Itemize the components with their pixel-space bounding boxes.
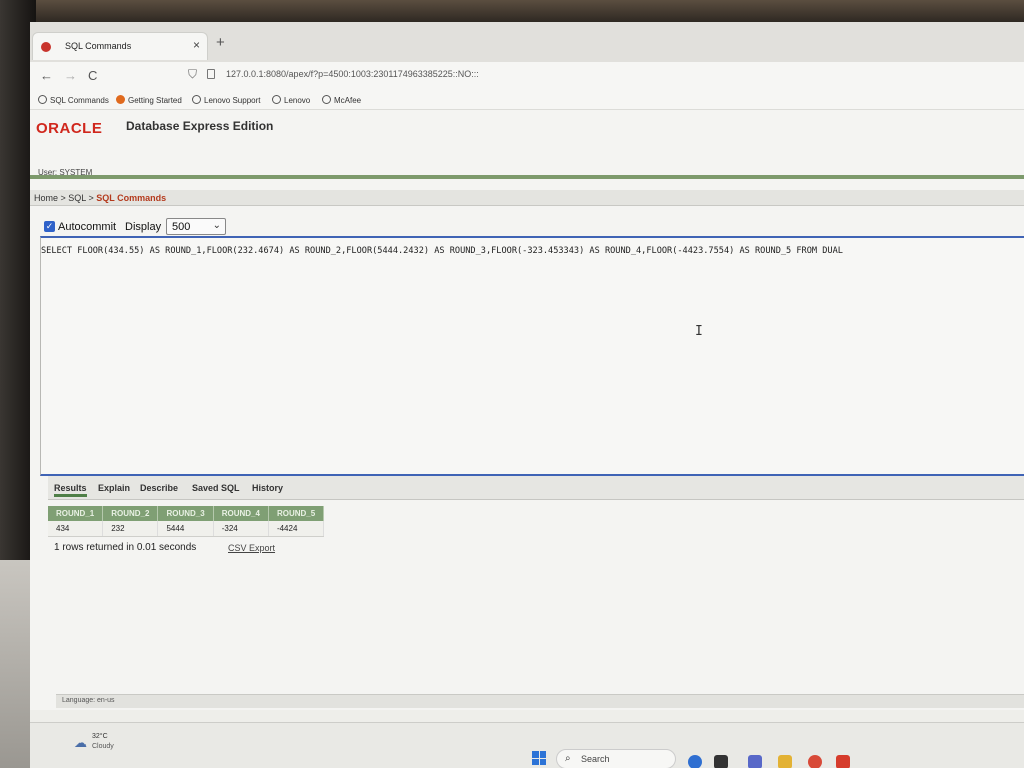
globe-icon — [192, 95, 201, 104]
autocommit-label: Autocommit — [58, 221, 117, 233]
table-cell: 5444 — [157, 521, 214, 537]
globe-icon — [38, 95, 47, 104]
breadcrumb-current: SQL Commands — [96, 193, 167, 203]
weather-description: Cloudy — [92, 743, 114, 750]
table-header-row: ROUND_1 ROUND_2 ROUND_3 ROUND_4 ROUND_5 — [48, 506, 325, 521]
forward-button[interactable]: → — [64, 68, 77, 83]
chevron-down-icon: ⌄ — [212, 220, 221, 231]
browser-tabbar: SQL Commands × + — [30, 22, 1024, 62]
folder-icon[interactable] — [778, 755, 792, 768]
url-field[interactable]: 127.0.0.1:8080/apex/f?p=4500:1003:230117… — [226, 69, 479, 79]
tab-describe[interactable]: Describe — [140, 483, 178, 493]
screen: SQL Commands × + ← → C ⛉ 127.0.0.1:8080/… — [30, 22, 1024, 768]
search-icon: ⌕ — [565, 753, 571, 764]
tab-explain[interactable]: Explain — [98, 483, 130, 493]
weather-temperature: 32°C — [92, 733, 108, 740]
display-label: Display — [125, 221, 162, 233]
table-cell: -4424 — [268, 521, 325, 537]
back-button[interactable]: ← — [40, 68, 53, 83]
column-header: ROUND_3 — [157, 506, 214, 521]
breadcrumb-home[interactable]: Home — [34, 193, 58, 203]
breadcrumb-sql[interactable]: SQL — [68, 193, 86, 203]
cloud-icon[interactable]: ☁ — [74, 735, 87, 751]
apex-page: ORACLE Database Express Edition User: SY… — [30, 110, 1024, 710]
taskbar-app-icon[interactable] — [688, 755, 702, 768]
browser-navbar: ← → C ⛉ 127.0.0.1:8080/apex/f?p=4500:100… — [30, 62, 1024, 92]
browser-tab-sql-commands[interactable]: SQL Commands × — [32, 32, 208, 60]
windows-taskbar: ☁ 32°C Cloudy ⌕ Search — [30, 722, 1024, 768]
search-label: Search — [581, 754, 610, 764]
taskbar-app-icon[interactable] — [748, 755, 762, 768]
page-footer: Language: en-us — [56, 694, 1024, 708]
display-rows-value: 500 — [172, 221, 191, 233]
bookmark-lenovo[interactable]: Lenovo — [272, 95, 310, 105]
breadcrumb-separator: > — [58, 193, 69, 203]
results-tabs: Results Explain Describe Saved SQL Histo… — [48, 476, 1024, 500]
sql-text: SELECT FLOOR(434.55) AS ROUND_1,FLOOR(23… — [41, 246, 843, 256]
bookmark-getting-started[interactable]: Getting Started — [116, 95, 182, 105]
bookmarks-bar: SQL Commands Getting Started Lenovo Supp… — [30, 92, 1024, 110]
column-header: ROUND_4 — [213, 506, 269, 521]
autocommit-checkbox[interactable]: ✓ — [44, 221, 55, 232]
column-header: ROUND_5 — [268, 506, 325, 521]
bookmark-sql-commands[interactable]: SQL Commands — [38, 95, 109, 105]
reload-button[interactable]: C — [88, 68, 97, 83]
oracle-logo: ORACLE — [36, 120, 103, 137]
command-toolbar: ✓ Autocommit Display 500 ⌄ — [40, 218, 1024, 236]
language-label: Language: en-us — [62, 697, 115, 704]
user-label: User: SYSTEM — [38, 168, 93, 177]
csv-export-link[interactable]: CSV Export — [228, 543, 275, 553]
taskbar-search[interactable]: ⌕ Search — [556, 749, 676, 768]
breadcrumb: Home > SQL > SQL Commands — [30, 190, 1024, 206]
windows-start-icon[interactable] — [532, 751, 546, 765]
firefox-icon — [116, 95, 125, 104]
taskbar-app-icon[interactable] — [714, 755, 728, 768]
display-rows-select[interactable]: 500 ⌄ — [166, 218, 226, 235]
sql-editor[interactable]: SELECT FLOOR(434.55) AS ROUND_1,FLOOR(23… — [40, 236, 1024, 476]
chrome-icon[interactable] — [808, 755, 822, 768]
table-cell: 232 — [102, 521, 159, 537]
taskbar-app-icon[interactable] — [836, 755, 850, 768]
globe-icon — [272, 95, 281, 104]
bookmark-mcafee[interactable]: McAfee — [322, 95, 361, 105]
rows-returned-summary: 1 rows returned in 0.01 seconds — [54, 542, 197, 553]
globe-icon — [322, 95, 331, 104]
tab-saved-sql[interactable]: Saved SQL — [192, 483, 240, 493]
table-cell: -324 — [213, 521, 269, 537]
table-row: 434 232 5444 -324 -4424 — [48, 521, 325, 537]
results-table: ROUND_1 ROUND_2 ROUND_3 ROUND_4 ROUND_5 … — [48, 506, 325, 537]
column-header: ROUND_1 — [48, 506, 104, 521]
product-title: Database Express Edition — [126, 119, 274, 133]
table-cell: 434 — [48, 521, 104, 537]
breadcrumb-separator: > — [85, 193, 97, 203]
header-divider — [30, 175, 1024, 179]
bookmark-lenovo-support[interactable]: Lenovo Support — [192, 95, 261, 105]
page-icon — [207, 69, 215, 79]
column-header: ROUND_2 — [102, 506, 159, 521]
tab-history[interactable]: History — [252, 483, 283, 493]
tab-title: SQL Commands — [65, 41, 132, 51]
text-cursor-icon: I — [695, 324, 703, 339]
shield-icon: ⛉ — [188, 67, 198, 81]
close-tab-icon[interactable]: × — [193, 38, 200, 52]
new-tab-button[interactable]: + — [216, 34, 225, 51]
tab-results[interactable]: Results — [54, 483, 87, 497]
oracle-favicon-icon — [41, 42, 51, 52]
